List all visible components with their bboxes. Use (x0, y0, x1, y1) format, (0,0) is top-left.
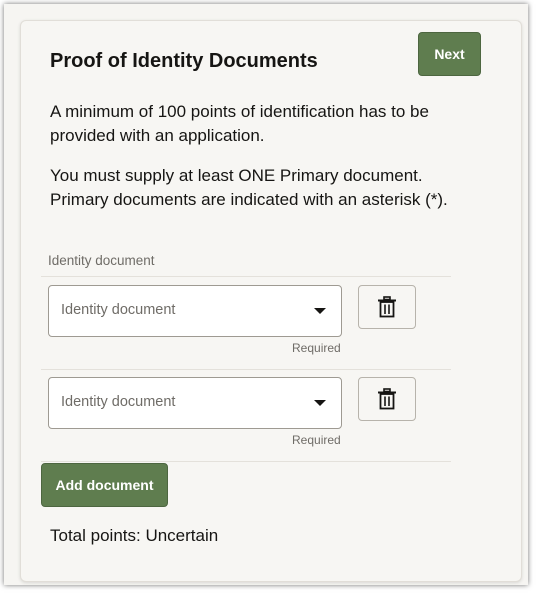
page-title: Proof of Identity Documents (50, 50, 318, 72)
required-hint: Required (292, 341, 341, 355)
identity-document-select-1[interactable]: Identity document (48, 285, 342, 337)
add-document-button[interactable]: Add document (41, 463, 168, 507)
intro-text-primary: You must supply at least ONE Primary doc… (50, 166, 448, 209)
trash-icon (378, 388, 396, 410)
chevron-down-icon (314, 308, 326, 314)
row-divider (41, 461, 451, 462)
identity-document-select-2[interactable]: Identity document (48, 377, 342, 429)
identity-document-placeholder: Identity document (61, 302, 176, 318)
chevron-down-icon (314, 400, 326, 406)
next-button[interactable]: Next (418, 32, 481, 76)
delete-document-button-1[interactable] (358, 285, 416, 329)
required-hint: Required (292, 433, 341, 447)
identity-document-column-label: Identity document (48, 253, 155, 268)
identity-document-placeholder: Identity document (61, 394, 176, 410)
trash-icon (378, 296, 396, 318)
total-points: Total points: Uncertain (50, 526, 219, 545)
row-divider (41, 369, 451, 370)
delete-document-button-2[interactable] (358, 377, 416, 421)
row-divider (41, 276, 451, 277)
intro-text-points: A minimum of 100 points of identificatio… (50, 102, 429, 145)
